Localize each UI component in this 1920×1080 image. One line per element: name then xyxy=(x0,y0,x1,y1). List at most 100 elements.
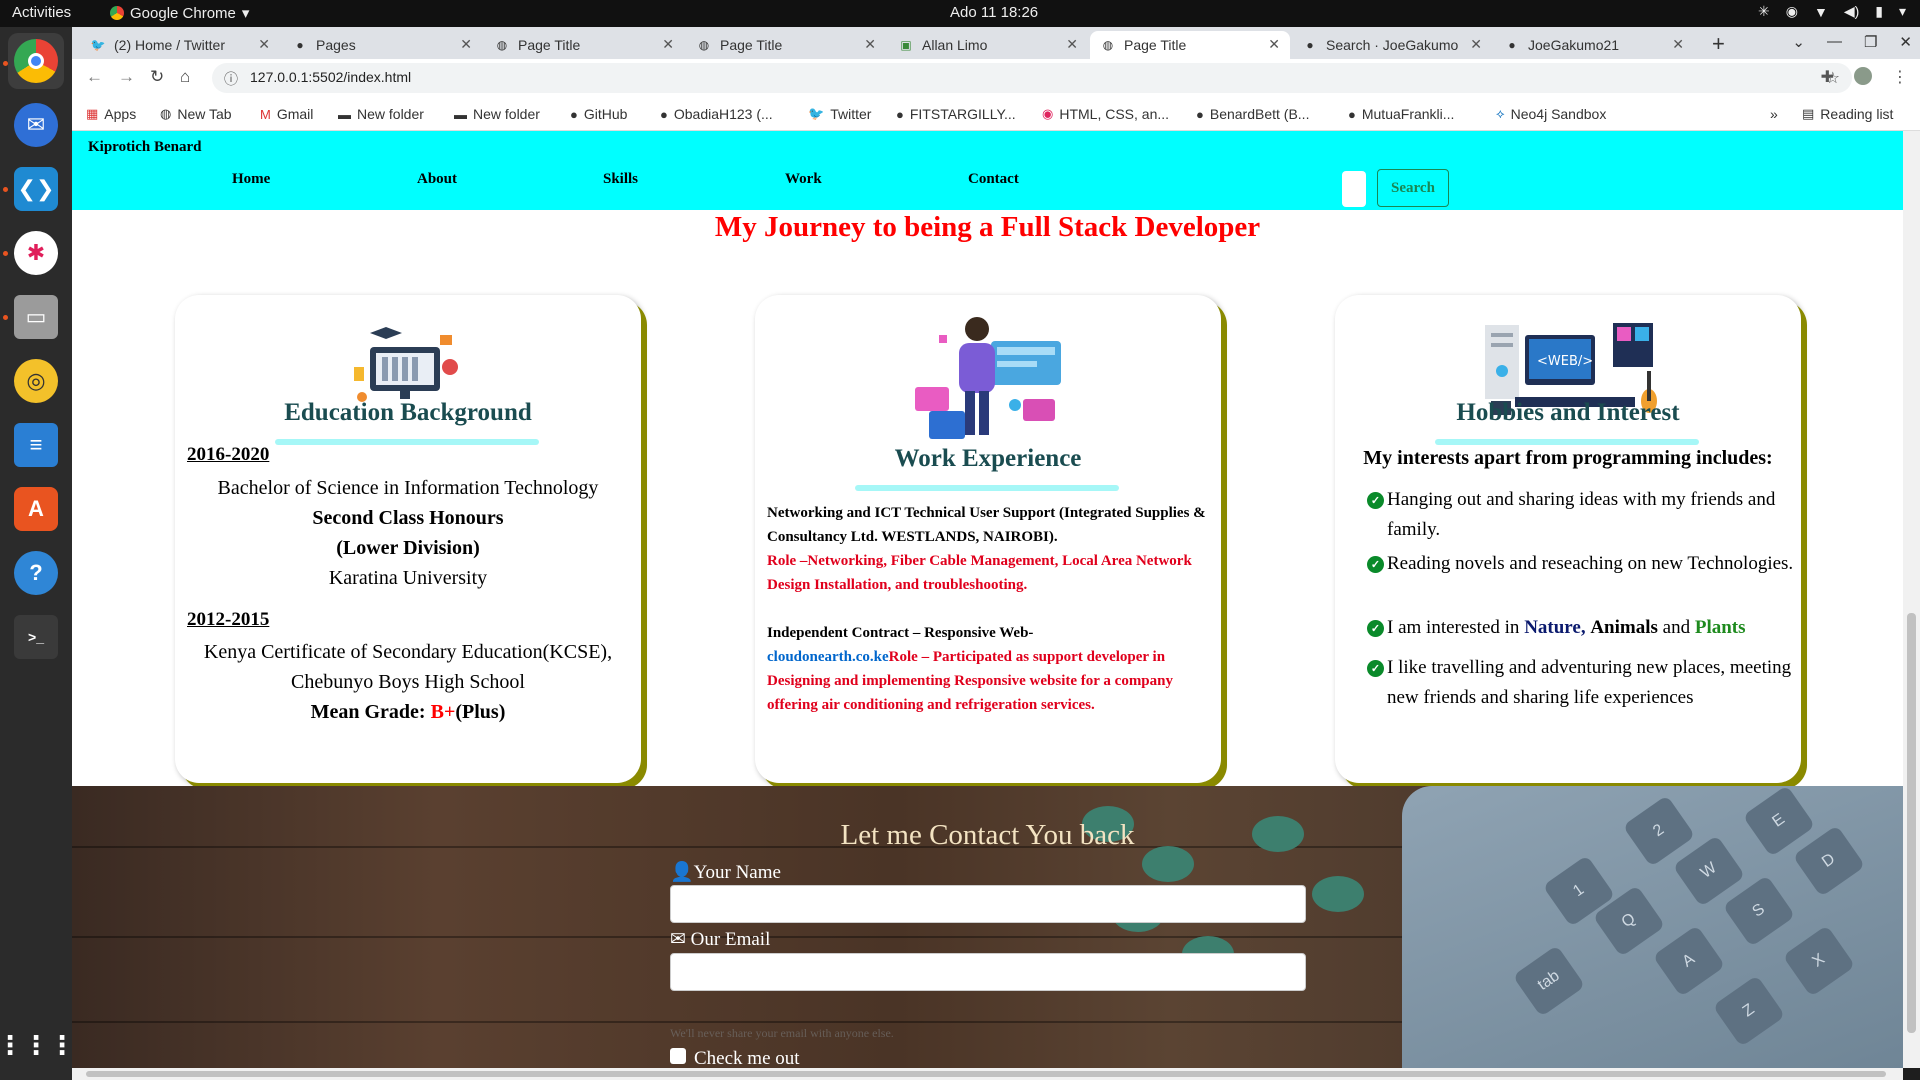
nav-about[interactable]: About xyxy=(417,171,457,188)
dock-vscode[interactable]: ❮❯ xyxy=(8,161,64,217)
tab-pages[interactable]: ● Pages ✕ xyxy=(282,31,482,59)
menu-kebab-icon[interactable]: ⋮ xyxy=(1892,67,1908,87)
maximize-button[interactable]: ❐ xyxy=(1864,33,1877,51)
system-tray[interactable]: ✳ ◉ ▼ ◀) ▮ ▾ xyxy=(1758,3,1906,20)
url-text[interactable]: 127.0.0.1:5502/index.html xyxy=(250,69,411,85)
nav-work[interactable]: Work xyxy=(785,171,822,188)
chrome-tray-icon[interactable]: ◉ xyxy=(1786,3,1798,20)
bookmark-mutuafrankli[interactable]: ● MutuaFrankli... xyxy=(1348,106,1454,122)
volume-icon[interactable]: ◀) xyxy=(1844,3,1859,20)
software-center-icon: A xyxy=(14,487,58,531)
contact-section: 1 2 tab Q W E A S D X Z Let me Contact Y… xyxy=(72,786,1903,1068)
folder-icon: ▬ xyxy=(454,106,467,122)
profile-avatar[interactable] xyxy=(1854,67,1872,85)
reading-list-button[interactable]: ▤ Reading list xyxy=(1802,106,1893,122)
info-icon[interactable]: ⓘ xyxy=(224,69,238,89)
bookmark-html-css[interactable]: ◉ HTML, CSS, an... xyxy=(1042,106,1169,122)
tab-search-joegakumo[interactable]: ● Search · JoeGakumo ✕ xyxy=(1292,31,1492,59)
twitter-icon: 🐦 xyxy=(808,106,825,121)
dock-thunderbird[interactable]: ✉ xyxy=(8,97,64,153)
dock-help[interactable]: ? xyxy=(8,545,64,601)
address-bar[interactable]: ⓘ 127.0.0.1:5502/index.html ☆ xyxy=(212,63,1852,93)
job-2-link[interactable]: cloudonearth.co.ke xyxy=(767,649,889,665)
close-icon[interactable]: ✕ xyxy=(1066,36,1078,53)
hscrollbar-thumb[interactable] xyxy=(86,1071,1886,1077)
close-icon[interactable]: ✕ xyxy=(460,36,472,53)
help-icon: ? xyxy=(14,551,58,595)
minimize-button[interactable]: — xyxy=(1827,33,1842,51)
horizontal-scrollbar[interactable] xyxy=(72,1068,1903,1080)
bookmark-folder-1[interactable]: ▬ New folder xyxy=(338,106,424,122)
bookmark-new-tab[interactable]: ◍ New Tab xyxy=(160,106,232,122)
site-brand[interactable]: Kiprotich Benard xyxy=(88,139,201,156)
tab-search-icon[interactable]: ⌄ xyxy=(1792,33,1805,51)
new-tab-button[interactable]: + xyxy=(1712,31,1725,57)
window-close-button[interactable]: ✕ xyxy=(1899,33,1912,51)
grade-label: Mean Grade: xyxy=(310,701,431,723)
check-me-out[interactable]: Check me out xyxy=(670,1048,800,1068)
wifi-icon[interactable]: ▼ xyxy=(1814,4,1828,20)
bookmark-folder-2[interactable]: ▬ New folder xyxy=(454,106,540,122)
chevron-down-icon: ▾ xyxy=(241,5,250,22)
activities-button[interactable]: Activities xyxy=(12,4,71,21)
dock-chrome[interactable] xyxy=(8,33,64,89)
degree: Bachelor of Science in Information Techn… xyxy=(217,477,599,499)
bookmark-gmail[interactable]: M Gmail xyxy=(260,106,313,122)
name-input[interactable] xyxy=(670,885,1306,923)
tab-allan-limo[interactable]: ▣ Allan Limo ✕ xyxy=(888,31,1088,59)
bookmark-github[interactable]: ● GitHub xyxy=(570,106,627,122)
dock-rhythmbox[interactable]: ◎ xyxy=(8,353,64,409)
vertical-scrollbar[interactable] xyxy=(1903,131,1920,1068)
battery-icon[interactable]: ▮ xyxy=(1875,3,1883,20)
more-bookmarks-button[interactable]: » xyxy=(1770,106,1778,122)
bookmark-neo4j[interactable]: ⟡ Neo4j Sandbox xyxy=(1496,106,1606,122)
close-icon[interactable]: ✕ xyxy=(1268,36,1280,53)
forward-button[interactable]: → xyxy=(118,67,135,87)
bookmark-obadiah[interactable]: ● ObadiaH123 (... xyxy=(660,106,773,122)
checkbox[interactable] xyxy=(670,1048,686,1064)
tab-joegakumo21[interactable]: ● JoeGakumo21 ✕ xyxy=(1494,31,1694,59)
nav-contact[interactable]: Contact xyxy=(968,171,1019,188)
close-icon[interactable]: ✕ xyxy=(258,36,270,53)
back-button[interactable]: ← xyxy=(86,67,103,87)
dock-slack[interactable]: ✱ xyxy=(8,225,64,281)
dock-files[interactable]: ▭ xyxy=(8,289,64,345)
tab-page-title-2[interactable]: ◍ Page Title ✕ xyxy=(686,31,886,59)
bookmark-apps[interactable]: ▦ Apps xyxy=(86,106,136,122)
bookmark-fitstargilly[interactable]: ● FITSTARGILLY... xyxy=(896,106,1016,122)
tab-twitter[interactable]: 🐦 (2) Home / Twitter ✕ xyxy=(80,31,280,59)
close-icon[interactable]: ✕ xyxy=(1470,36,1482,53)
dock-terminal[interactable]: >_ xyxy=(8,609,64,665)
tab-page-title-1[interactable]: ◍ Page Title ✕ xyxy=(484,31,684,59)
close-icon[interactable]: ✕ xyxy=(864,36,876,53)
show-apps-button[interactable]: ⋮⋮⋮ xyxy=(0,1017,75,1073)
hobby-item: ✓ Reading novels and reseaching on new T… xyxy=(1367,549,1797,579)
app-menu[interactable]: Google Chrome ▾ xyxy=(110,4,249,22)
slack-tray-icon[interactable]: ✳ xyxy=(1758,3,1770,20)
close-icon[interactable]: ✕ xyxy=(1672,36,1684,53)
email-input[interactable] xyxy=(670,953,1306,991)
globe-icon: ◍ xyxy=(698,38,710,52)
interest-animals: Animals xyxy=(1590,617,1658,638)
page-icon: ▣ xyxy=(900,38,912,52)
dock-software[interactable]: A xyxy=(8,481,64,537)
site-search-button[interactable]: Search xyxy=(1377,169,1449,207)
nav-home[interactable]: Home xyxy=(232,171,270,188)
grid-icon: ⋮⋮⋮ xyxy=(0,1029,75,1060)
tab-page-title-active[interactable]: ◍ Page Title ✕ xyxy=(1090,31,1290,59)
site-search-input[interactable] xyxy=(1342,171,1366,207)
scrollbar-thumb[interactable] xyxy=(1907,613,1916,1033)
nav-skills[interactable]: Skills xyxy=(603,171,638,188)
dock-writer[interactable]: ≡ xyxy=(8,417,64,473)
mail-icon: ✉ xyxy=(14,103,58,147)
honours: Second Class Honours xyxy=(312,507,504,529)
bookmark-benardbett[interactable]: ● BenardBett (B... xyxy=(1196,106,1309,122)
close-icon[interactable]: ✕ xyxy=(662,36,674,53)
clock[interactable]: Ado 11 18:26 xyxy=(950,4,1038,21)
extensions-icon[interactable]: ✚ xyxy=(1821,67,1834,87)
reload-button[interactable]: ↻ xyxy=(150,67,164,87)
email-label: ✉ Our Email xyxy=(670,929,771,950)
bookmark-twitter[interactable]: 🐦 Twitter xyxy=(808,106,871,122)
home-button[interactable]: ⌂ xyxy=(180,67,190,87)
power-menu-icon[interactable]: ▾ xyxy=(1899,3,1906,20)
